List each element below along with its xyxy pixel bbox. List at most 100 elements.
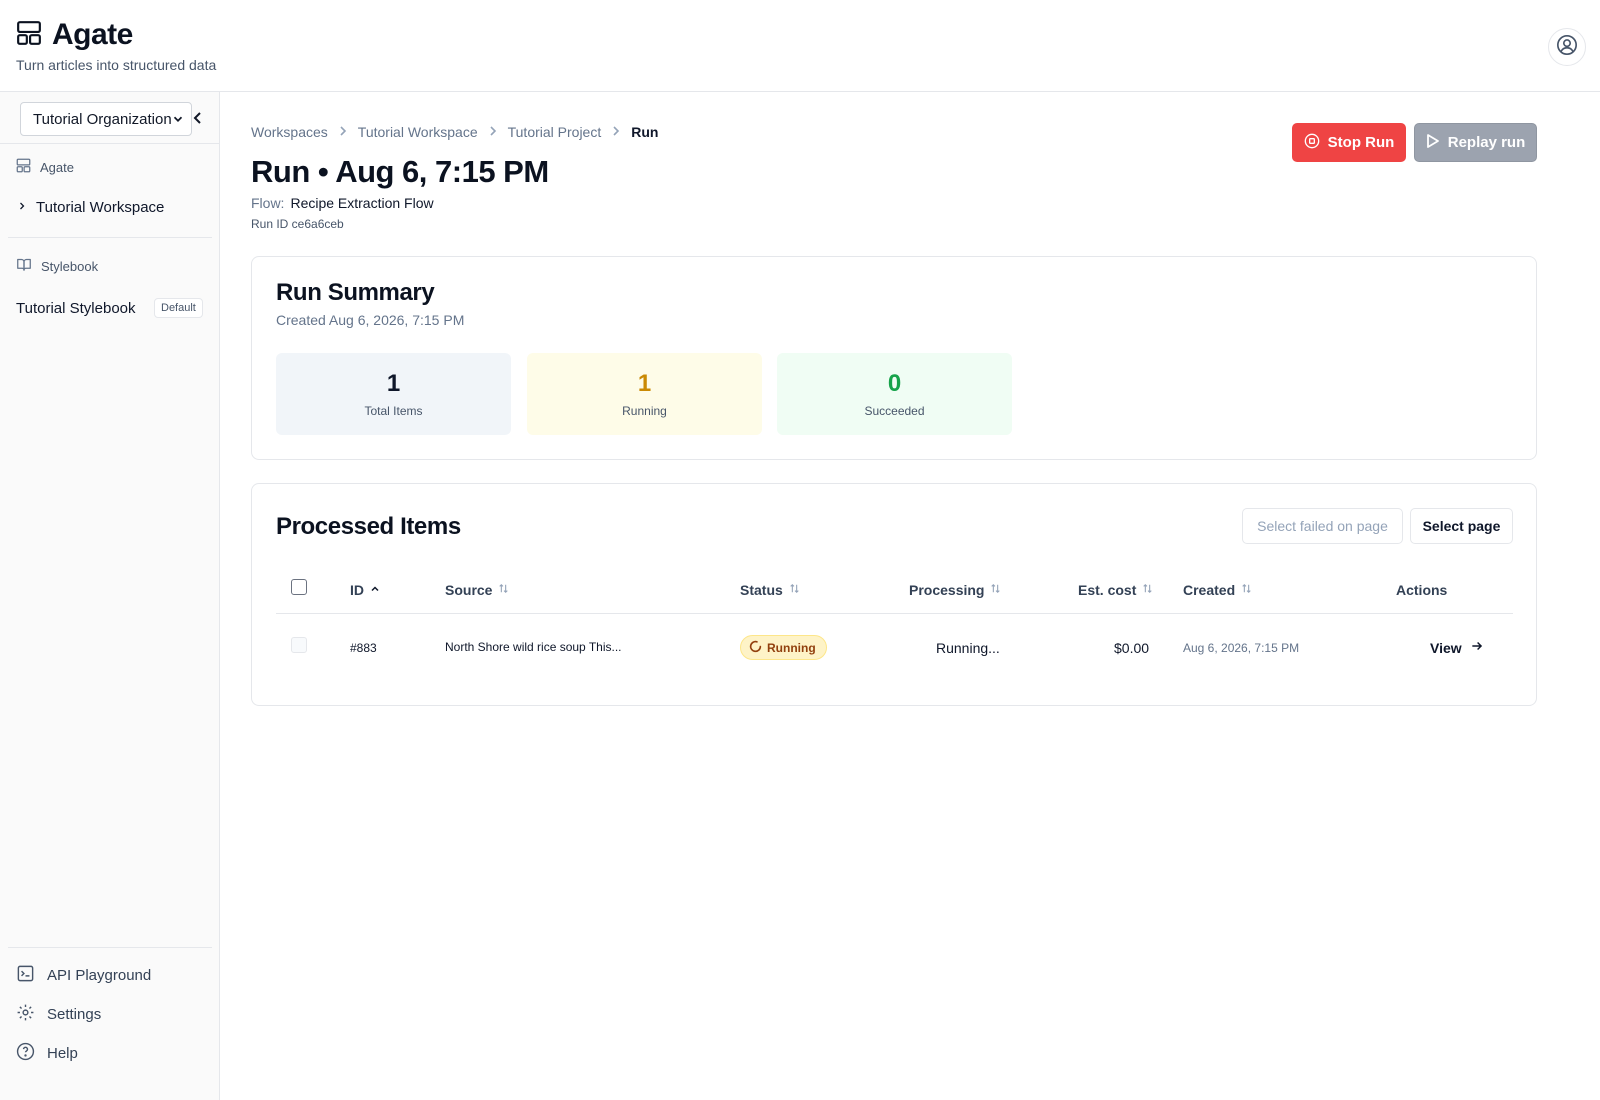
flow-label: Flow: [251,195,285,211]
replay-run-button[interactable]: Replay run [1414,123,1537,162]
page-title: Run • Aug 6, 7:15 PM [251,154,549,189]
sidebar-item-label: Tutorial Stylebook [16,300,136,317]
row-processing: Running... [936,640,1000,656]
help-circle-icon [16,1042,35,1065]
column-header-created[interactable]: Created [1183,582,1253,598]
processed-items-card: Processed Items Select failed on page Se… [251,483,1537,706]
breadcrumb-workspaces[interactable]: Workspaces [251,124,328,140]
breadcrumb-tutorial-project[interactable]: Tutorial Project [508,124,602,140]
column-header-source[interactable]: Source [445,582,510,598]
sidebar-divider [8,947,212,948]
row-source: North Shore wild rice soup This... [445,640,622,654]
spinner-icon [749,640,762,656]
table-header-divider [276,613,1513,614]
column-label: ID [350,582,364,598]
chevron-down-icon [171,112,185,130]
run-created: Created Aug 6, 2026, 7:15 PM [276,312,465,328]
column-header-processing[interactable]: Processing [909,582,1002,598]
column-label: Est. cost [1078,582,1137,598]
stat-label: Total Items [364,404,423,418]
user-menu-button[interactable] [1548,28,1586,66]
sort-icon [497,582,510,598]
run-summary-card: Run Summary Created Aug 6, 2026, 7:15 PM… [251,256,1537,460]
stop-circle-icon [1304,133,1320,153]
chevron-right-icon [611,124,621,140]
stat-succeeded: 0 Succeeded [777,353,1012,435]
status-badge: Running [740,635,827,660]
stat-label: Running [622,404,667,418]
sort-icon [989,582,1002,598]
run-id: Run ID ce6a6ceb [251,217,344,231]
sidebar-divider [0,143,219,144]
stat-value: 0 [887,370,902,397]
sidebar-item-help[interactable]: Help [16,1042,78,1065]
column-header-actions: Actions [1396,582,1447,598]
column-label: Processing [909,582,985,598]
column-label: Actions [1396,582,1448,598]
stop-run-button[interactable]: Stop Run [1292,123,1406,162]
default-badge: Default [154,298,203,318]
brand[interactable]: Agate [16,18,133,52]
breadcrumb-run: Run [631,124,659,140]
sidebar-item-label: Tutorial Workspace [36,199,165,216]
sort-icon [1240,582,1253,598]
app-tagline: Turn articles into structured data [16,57,217,73]
gear-icon [16,1003,35,1026]
row-created: Aug 6, 2026, 7:15 PM [1183,641,1300,655]
breadcrumb: Workspaces Tutorial Workspace Tutorial P… [251,124,658,140]
arrow-right-icon [1470,639,1484,656]
stat-total-items: 1 Total Items [276,353,511,435]
play-icon [1426,133,1440,153]
layout-logo-icon [16,20,42,51]
select-all-checkbox[interactable] [291,579,307,595]
sidebar-item-label: Help [47,1045,78,1062]
select-page-button[interactable]: Select page [1410,508,1513,544]
status-label: Running [767,640,816,655]
breadcrumb-tutorial-workspace[interactable]: Tutorial Workspace [358,124,478,140]
app-title: Agate [52,18,133,51]
column-label: Source [445,582,493,598]
flow-name[interactable]: Recipe Extraction Flow [290,195,433,211]
select-failed-button[interactable]: Select failed on page [1242,508,1403,544]
app-header: Agate Turn articles into structured data [0,0,1600,92]
book-open-icon [16,257,32,275]
sort-ascending-icon [369,582,381,598]
sort-icon [788,582,801,598]
sidebar-item-label: API Playground [47,967,152,984]
sort-icon [1141,582,1154,598]
sidebar-section-label: Agate [40,159,74,175]
row-id: #883 [350,641,377,655]
column-header-status[interactable]: Status [740,582,801,598]
sidebar-section-agate: Agate [16,158,74,176]
sidebar-item-label: Settings [47,1006,102,1023]
sidebar-item-settings[interactable]: Settings [16,1003,101,1026]
run-summary-title: Run Summary [276,279,435,306]
sidebar-section-stylebook: Stylebook [16,257,98,275]
processed-items-title: Processed Items [276,513,461,540]
sidebar-section-label: Stylebook [41,258,99,274]
organization-select[interactable]: Tutorial Organization [20,102,192,136]
replay-run-label: Replay run [1447,134,1526,151]
column-label: Created [1183,582,1236,598]
collapse-sidebar-icon[interactable] [193,111,203,130]
view-button[interactable]: View [1430,639,1484,656]
terminal-icon [16,964,35,987]
row-est-cost: $0.00 [1114,640,1150,656]
chevron-right-icon [488,124,498,140]
sidebar: Tutorial Organization Agate Tutorial Wor… [0,92,220,1100]
user-circle-icon [1556,34,1578,61]
row-checkbox[interactable] [291,637,307,653]
column-header-id[interactable]: ID [350,582,381,598]
sidebar-item-tutorial-stylebook[interactable]: Tutorial Stylebook [16,300,136,317]
column-label: Status [740,582,783,598]
stat-running: 1 Running [527,353,762,435]
stop-run-label: Stop Run [1327,134,1395,151]
stat-value: 1 [386,370,401,397]
column-header-est-cost[interactable]: Est. cost [1078,582,1154,598]
layout-icon [16,158,31,176]
sidebar-item-tutorial-workspace[interactable]: Tutorial Workspace [16,199,164,216]
view-label: View [1430,639,1462,656]
organization-select-value: Tutorial Organization [33,110,172,128]
sidebar-divider [8,237,212,238]
sidebar-item-api-playground[interactable]: API Playground [16,964,151,987]
